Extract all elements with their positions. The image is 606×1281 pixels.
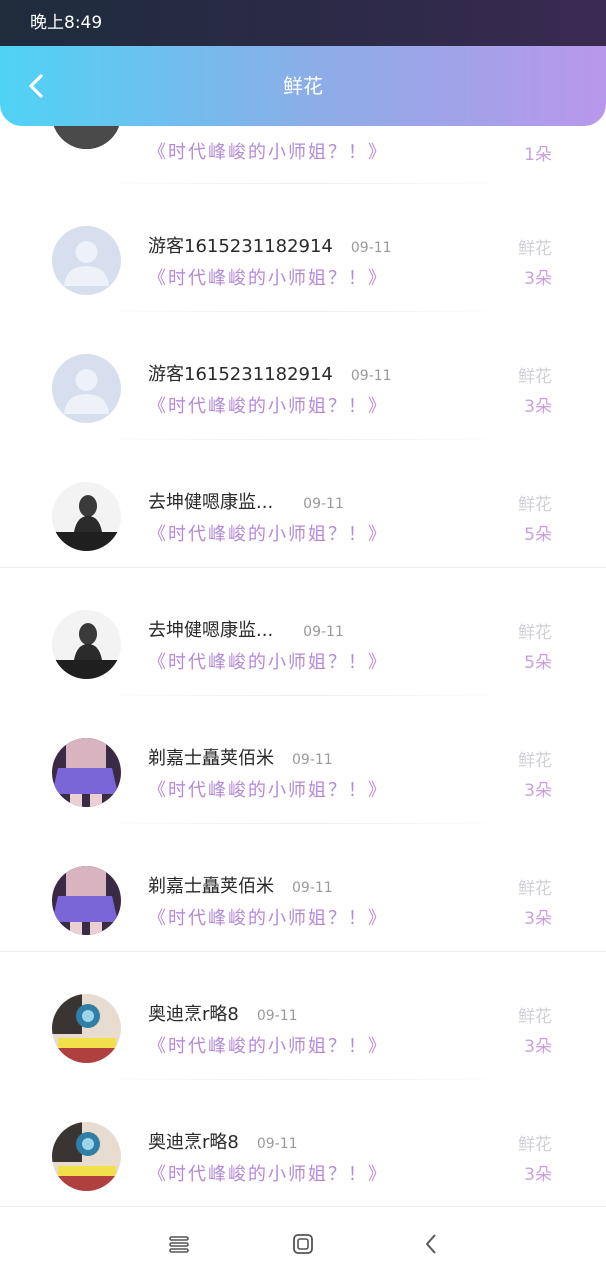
avatar [52, 610, 121, 679]
home-button[interactable] [288, 1229, 318, 1259]
flower-count: 3朵 [524, 397, 552, 417]
send-date: 09-11 [256, 1136, 298, 1152]
flower-count: 3朵 [524, 1165, 552, 1185]
message-text: 《时代峰峻的小师姐？！》 [148, 396, 388, 417]
message-text: 《时代峰峻的小师姐？！》 [148, 1164, 388, 1185]
message-text: 《时代峰峻的小师姐？！》 [148, 524, 388, 545]
status-time: 晚上8:49 [30, 13, 103, 33]
avatar [52, 866, 121, 935]
user-name-line: 剃嘉士矗荚佰米 09-11 [148, 872, 333, 898]
gift-type: 鲜花 [518, 879, 552, 899]
gift-type: 鲜花 [518, 751, 552, 771]
user-name: 奥迪烹r略8 [148, 1132, 239, 1153]
app-header: 鲜花 [0, 46, 606, 126]
send-date: 09-11 [303, 496, 344, 512]
gift-type: 鲜花 [518, 623, 552, 643]
back-chevron-icon [426, 1234, 436, 1254]
default-user-icon [52, 354, 121, 423]
avatar [52, 226, 121, 295]
user-name: 游客1615231182914 [148, 236, 333, 257]
send-date: 09-11 [303, 624, 344, 640]
menu-icon [169, 1236, 189, 1253]
avatar [52, 354, 121, 423]
send-date: 09-11 [292, 880, 333, 896]
send-date: 09-11 [256, 1008, 298, 1024]
system-back-button[interactable] [416, 1229, 446, 1259]
home-square-icon [293, 1234, 313, 1254]
user-name-line: 去坤健嗯康监... 09-11 [148, 488, 344, 514]
avatar [52, 994, 121, 1063]
message-text: 《时代峰峻的小师姐？！》 [148, 780, 388, 801]
avatar [52, 482, 121, 551]
avatar [52, 126, 121, 149]
gift-type: 鲜花 [518, 495, 552, 515]
user-name-line: 游客1615231182914 09-11 [148, 360, 392, 386]
list-item[interactable]: 《时代峰峻的小师姐？！》 1朵 [0, 126, 606, 184]
message-text: 《时代峰峻的小师姐？！》 [148, 268, 388, 289]
flower-count: 5朵 [524, 653, 552, 673]
list-item[interactable]: 奥迪烹r略8 09-11 《时代峰峻的小师姐？！》 鲜花 3朵 [0, 1080, 606, 1206]
list-item[interactable]: 剃嘉士矗荚佰米 09-11 《时代峰峻的小师姐？！》 鲜花 3朵 [0, 824, 606, 952]
user-name: 游客1615231182914 [148, 364, 333, 385]
flower-count: 3朵 [524, 1037, 552, 1057]
user-name: 剃嘉士矗荚佰米 [148, 748, 274, 769]
page-title: 鲜花 [283, 74, 323, 98]
flower-count: 5朵 [524, 525, 552, 545]
user-name: 剃嘉士矗荚佰米 [148, 876, 274, 897]
user-name: 去坤健嗯康监... [148, 620, 274, 641]
flower-count: 1朵 [524, 145, 552, 165]
list-item[interactable]: 剃嘉士矗荚佰米 09-11 《时代峰峻的小师姐？！》 鲜花 3朵 [0, 696, 606, 824]
message-text: 《时代峰峻的小师姐？！》 [148, 1036, 388, 1057]
default-user-icon [52, 226, 121, 295]
status-bar: 晚上8:49 [0, 0, 606, 46]
send-date: 09-11 [292, 752, 333, 768]
flower-count: 3朵 [524, 781, 552, 801]
gift-type: 鲜花 [518, 1135, 552, 1155]
gift-type: 鲜花 [518, 367, 552, 387]
gift-type: 鲜花 [518, 239, 552, 259]
message-text: 《时代峰峻的小师姐？！》 [148, 652, 388, 673]
user-name: 奥迪烹r略8 [148, 1004, 239, 1025]
flower-count: 3朵 [524, 909, 552, 929]
avatar [52, 1122, 121, 1191]
user-name-line: 剃嘉士矗荚佰米 09-11 [148, 744, 333, 770]
send-date: 09-11 [350, 368, 392, 384]
user-name: 去坤健嗯康监... [148, 492, 274, 513]
avatar [52, 738, 121, 807]
send-date: 09-11 [350, 240, 392, 256]
list-item[interactable]: 奥迪烹r略8 09-11 《时代峰峻的小师姐？！》 鲜花 3朵 [0, 952, 606, 1080]
message-text: 《时代峰峻的小师姐？！》 [148, 908, 388, 929]
message-text: 《时代峰峻的小师姐？！》 [148, 142, 388, 163]
user-name-line: 奥迪烹r略8 09-11 [148, 1000, 298, 1026]
list-item[interactable]: 去坤健嗯康监... 09-11 《时代峰峻的小师姐？！》 鲜花 5朵 [0, 568, 606, 696]
list-item[interactable]: 游客1615231182914 09-11 《时代峰峻的小师姐？！》 鲜花 3朵 [0, 312, 606, 440]
list-item[interactable]: 去坤健嗯康监... 09-11 《时代峰峻的小师姐？！》 鲜花 5朵 [0, 440, 606, 568]
gift-list[interactable]: 《时代峰峻的小师姐？！》 1朵 游客1615231182914 09-11 《时代… [0, 126, 606, 1206]
user-name-line: 游客1615231182914 09-11 [148, 232, 392, 258]
gift-type: 鲜花 [518, 1007, 552, 1027]
system-nav-bar [0, 1206, 606, 1281]
flower-count: 3朵 [524, 269, 552, 289]
user-name-line: 去坤健嗯康监... 09-11 [148, 616, 344, 642]
user-name-line: 奥迪烹r略8 09-11 [148, 1128, 298, 1154]
list-item[interactable]: 游客1615231182914 09-11 《时代峰峻的小师姐？！》 鲜花 3朵 [0, 184, 606, 312]
recent-apps-button[interactable] [164, 1229, 194, 1259]
